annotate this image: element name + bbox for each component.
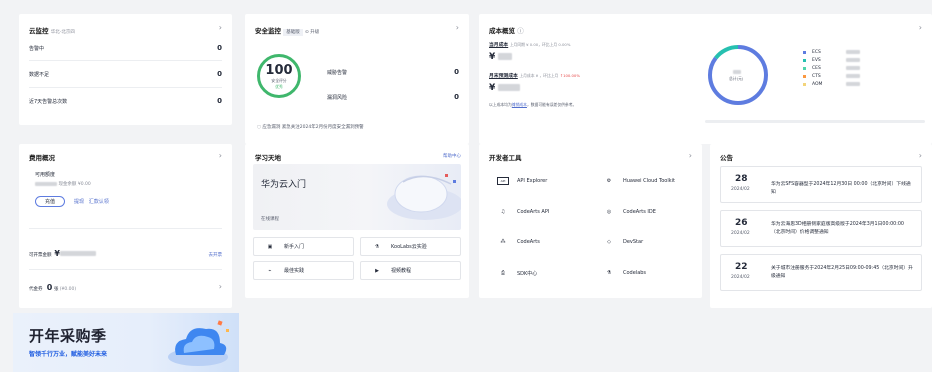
notice-item[interactable]: 22 2024/02 关于城市注册服务于2024年2月25日09:00-09:45…: [720, 254, 922, 291]
available-label: 可用额度: [35, 172, 56, 178]
chevron-right-icon[interactable]: ›: [689, 152, 692, 160]
security-title[interactable]: 安全监控 基础版 ⊙ 升级: [255, 25, 319, 36]
promo-title: 开年采购季: [29, 327, 107, 345]
monitor-icon: ▣: [267, 243, 273, 250]
remit-link[interactable]: 汇款认领: [89, 199, 109, 205]
help-icon[interactable]: ⓘ: [517, 27, 524, 35]
promo-banner[interactable]: 开年采购季 智领千行万业，赋能美好未来: [13, 313, 239, 372]
legend-item: CES: [803, 64, 903, 72]
cloud-graphic: [168, 320, 229, 366]
dev-tools-card: 开发者工具 › API API Explorer ⚙ Huawei Cloud To…: [479, 144, 702, 298]
scrollbar-track[interactable]: [705, 120, 925, 123]
codearts-icon: ⁂: [500, 239, 506, 245]
cloud-monitor-title[interactable]: 云监控 华北-北京四: [29, 25, 75, 35]
toolkit-icon: ⚙: [606, 178, 612, 184]
threat-row[interactable]: 威胁告警 0: [327, 68, 459, 76]
cost-card: 成本概览 ⓘ › 当月成本 上月同期 ¥ 0.00，环比上月 0.00% ¥ 月…: [479, 14, 932, 144]
banner-graphic: [387, 174, 461, 220]
notice-card: 公告 › 28 2024/02 华为云SFS容器型于2024年12月30日 00:…: [710, 144, 932, 308]
pulse-icon: ⌁: [268, 267, 272, 274]
fee-card: 费用概况 › 可用额度 现金余额 ¥0.00 充值 提现 汇款认领 可开票金额 …: [19, 144, 232, 308]
dev-tile-sdk[interactable]: ⎙ SDK中心: [487, 262, 587, 284]
dev-tile-codearts-api[interactable]: ♫ CodeArts API: [487, 201, 587, 223]
cash-balance: 现金余额 ¥0.00: [35, 181, 91, 187]
current-cost-value: ¥: [489, 52, 513, 62]
chevron-right-icon[interactable]: ›: [456, 24, 459, 32]
invoice-amount: ¥: [54, 249, 96, 258]
donut-center-label: 总计(元): [729, 70, 743, 82]
notice-title[interactable]: 公告: [720, 152, 733, 162]
sdk-icon: ⎙: [500, 270, 505, 276]
learning-card: 学习天地 帮助中心 华为云入门 在线课程 ▣ 新手入门 ⚗ KooLabs云实验 ⌁…: [245, 144, 469, 298]
legend-dot: [803, 74, 806, 78]
chevron-right-icon[interactable]: ›: [219, 283, 222, 291]
dev-tile-api-explorer[interactable]: API API Explorer: [487, 170, 587, 192]
learn-tile-video[interactable]: ▶ 视频教程: [360, 261, 461, 280]
dev-tile-devstar[interactable]: ◇ DevStar: [593, 231, 693, 253]
recharge-button[interactable]: 充值: [35, 196, 65, 207]
notice-item[interactable]: 28 2024/02 华为云SFS容器型于2024年12月30日 00:00（北京…: [720, 166, 922, 203]
ide-icon: ◎: [606, 209, 612, 215]
flask-icon: ⚗: [374, 243, 380, 250]
legend-dot: [803, 82, 806, 86]
alarm-row[interactable]: 告警中 0: [29, 44, 222, 52]
fee-title[interactable]: 费用概况: [29, 152, 55, 162]
dev-tile-codelabs[interactable]: ⚗ Codelabs: [593, 262, 693, 284]
promo-subtitle: 智领千行万业，赋能美好未来: [29, 351, 108, 358]
chevron-right-icon[interactable]: ›: [919, 152, 922, 160]
help-center-link[interactable]: 帮助中心: [443, 153, 461, 159]
vuln-row[interactable]: 漏洞风险 0: [327, 93, 459, 101]
forecast-cost-label: 月末预测成本: [489, 74, 518, 79]
learn-tile-beginner[interactable]: ▣ 新手入门: [253, 237, 354, 256]
security-score-ring: 100 安全评分 优秀: [257, 54, 301, 98]
edition-badge: 基础版: [283, 29, 303, 36]
chevron-right-icon[interactable]: ›: [919, 24, 922, 32]
legend-dot: [803, 58, 806, 62]
codelabs-icon: ⚗: [606, 270, 612, 276]
withdraw-link[interactable]: 提现: [74, 199, 84, 205]
codearts-api-icon: ♫: [500, 209, 506, 215]
invoice-label: 可开票金额: [29, 253, 52, 258]
region-label: 华北-北京四: [50, 30, 75, 35]
banner-subtitle: 在线课程: [261, 217, 279, 222]
security-score: 100: [265, 63, 293, 78]
api-icon: API: [497, 177, 509, 185]
chevron-right-icon[interactable]: ›: [219, 152, 222, 160]
notice-item[interactable]: 26 2024/02 华为云海思3D相册侧家庭版高级版于2024年3月1日00:0…: [720, 210, 922, 247]
learn-tile-koolabs[interactable]: ⚗ KooLabs云实验: [360, 237, 461, 256]
intro-banner[interactable]: 华为云入门 在线课程: [253, 164, 461, 230]
current-cost-label: 当月成本: [489, 43, 509, 48]
dev-tile-codearts-ide[interactable]: ◎ CodeArts IDE: [593, 201, 693, 223]
learning-title[interactable]: 学习天地: [255, 152, 281, 162]
legend-dot: [803, 50, 806, 54]
dev-tile-codearts[interactable]: ⁂ CodeArts: [487, 231, 587, 253]
alarm-count-row[interactable]: 近7天告警总次数 0: [29, 97, 222, 105]
voucher-row[interactable]: 代金券 0 张 (¥0.00): [29, 283, 76, 292]
cost-footer: 以上成本均为摊销成本，数据可能有误差仅供参考。: [489, 102, 577, 107]
insufficient-data-row[interactable]: 数据不足 0: [29, 70, 222, 78]
play-icon: ▶: [375, 267, 379, 274]
banner-title: 华为云入门: [261, 180, 307, 190]
invoice-link[interactable]: 去开票: [209, 252, 223, 258]
bell-icon: ◌: [257, 125, 261, 130]
chevron-right-icon[interactable]: ›: [219, 24, 222, 32]
legend-dot: [803, 66, 806, 70]
amortized-cost-link[interactable]: 摊销成本: [512, 102, 527, 107]
cloud-monitor-card: 云监控 华北-北京四 › 告警中 0 数据不足 0 近7天告警总次数 0: [19, 14, 232, 125]
dev-tools-title[interactable]: 开发者工具: [489, 152, 522, 162]
security-card: 安全监控 基础版 ⊙ 升级 › 100 安全评分 优秀 威胁告警 0 漏洞风险 0 …: [245, 14, 469, 144]
learn-tile-best-practice[interactable]: ⌁ 最佳实践: [253, 261, 354, 280]
dev-tile-toolkit[interactable]: ⚙ Huawei Cloud Toolkit: [593, 170, 693, 192]
security-notice[interactable]: ◌ 应急漏洞 紧急关注2024年2月份月度安全漏洞预警: [257, 124, 364, 130]
cost-title[interactable]: 成本概览 ⓘ: [489, 25, 524, 35]
legend-item: EVS: [803, 56, 903, 64]
devstar-icon: ◇: [607, 239, 611, 245]
legend-item: ECS: [803, 48, 903, 56]
upgrade-link[interactable]: ⊙ 升级: [305, 30, 319, 35]
forecast-cost-value: ¥: [489, 83, 521, 93]
legend-item: AOM: [803, 80, 903, 88]
cost-legend: ECS EVS CES CTS AOM: [803, 48, 903, 88]
legend-item: CTS: [803, 72, 903, 80]
